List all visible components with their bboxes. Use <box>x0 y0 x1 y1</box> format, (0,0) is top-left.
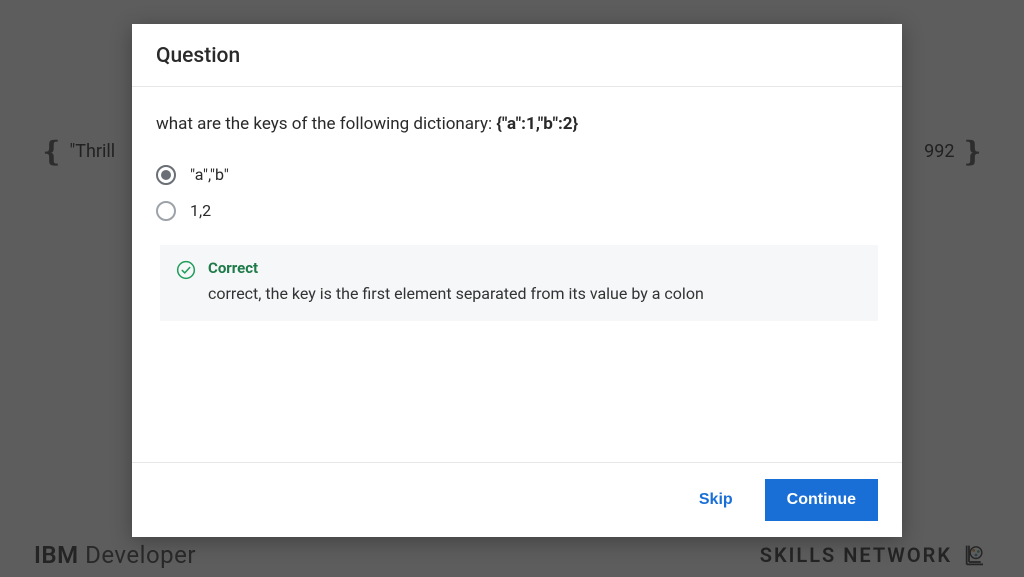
continue-button[interactable]: Continue <box>765 479 878 521</box>
radio-button-icon <box>156 201 176 221</box>
question-prefix: what are the keys of the following dicti… <box>156 114 496 134</box>
option-label: 1,2 <box>190 201 211 220</box>
feedback-text: correct, the key is the first element se… <box>208 283 704 305</box>
modal-header: Question <box>132 24 902 87</box>
modal-footer: Skip Continue <box>132 462 902 537</box>
feedback-box: Correct correct, the key is the first el… <box>160 245 878 321</box>
modal-body: what are the keys of the following dicti… <box>132 87 902 462</box>
question-code: {"a":1,"b":2} <box>496 114 578 134</box>
modal-title: Question <box>156 44 878 68</box>
option-label: "a","b" <box>190 165 229 184</box>
options-group: "a","b" 1,2 <box>156 165 878 221</box>
check-circle-icon <box>176 260 196 280</box>
feedback-title: Correct <box>208 259 704 277</box>
radio-selected-dot-icon <box>161 170 171 180</box>
feedback-content: Correct correct, the key is the first el… <box>208 259 704 305</box>
question-text: what are the keys of the following dicti… <box>156 113 878 137</box>
option-a-b[interactable]: "a","b" <box>156 165 878 185</box>
option-1-2[interactable]: 1,2 <box>156 201 878 221</box>
radio-button-icon <box>156 165 176 185</box>
skip-button[interactable]: Skip <box>691 481 741 519</box>
question-modal: Question what are the keys of the follow… <box>132 24 902 537</box>
